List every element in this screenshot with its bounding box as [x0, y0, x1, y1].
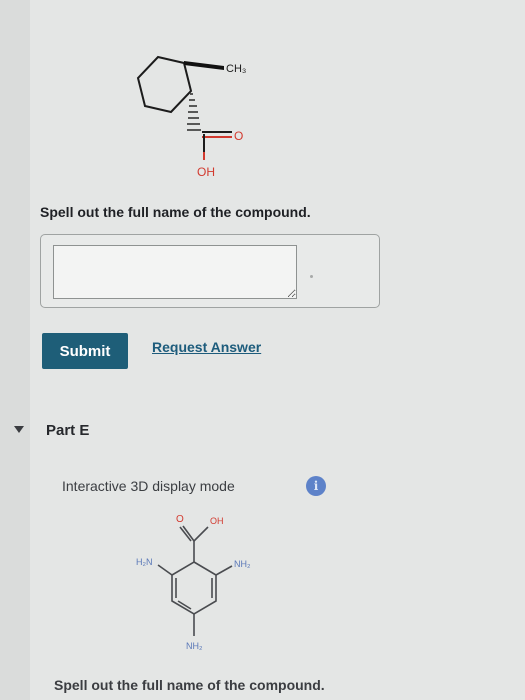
- benzene-ring: [171, 561, 217, 615]
- carbonyl-oxygen-label: O: [234, 129, 243, 143]
- request-answer-link[interactable]: Request Answer: [152, 339, 261, 355]
- part-e-prompt: Spell out the full name of the compound.: [54, 677, 325, 693]
- methyl-label: CH₃: [226, 63, 246, 75]
- amine-bottom-label: NH₂: [186, 641, 203, 651]
- answer-panel: [40, 234, 380, 308]
- amine-right-label: NH₂: [234, 559, 251, 569]
- question-prompt: Spell out the full name of the compound.: [40, 204, 311, 220]
- resize-handle[interactable]: [310, 275, 313, 278]
- hashed-bond: [187, 93, 201, 131]
- left-gutter: [0, 0, 30, 700]
- cyclohexane-ring: [136, 55, 193, 114]
- answer-input[interactable]: [53, 245, 297, 299]
- carbonyl-oxygen-label-2: O: [176, 514, 184, 525]
- collapse-toggle-icon[interactable]: [14, 426, 24, 433]
- display-mode-label: Interactive 3D display mode: [62, 478, 235, 494]
- submit-button[interactable]: Submit: [42, 333, 128, 369]
- molecule-structure-2: O OH H₂N NH₂ NH₂: [136, 514, 251, 651]
- wedge-bond: [184, 61, 224, 70]
- part-title: Part E: [46, 422, 90, 439]
- molecule-structure-1: CH₃ O OH: [136, 55, 246, 179]
- amine-left-label: H₂N: [136, 557, 153, 567]
- hydroxyl-label: OH: [197, 165, 215, 179]
- hydroxyl-label-2: OH: [210, 516, 224, 526]
- info-icon[interactable]: i: [306, 476, 326, 496]
- substituent-bonds: [157, 525, 233, 636]
